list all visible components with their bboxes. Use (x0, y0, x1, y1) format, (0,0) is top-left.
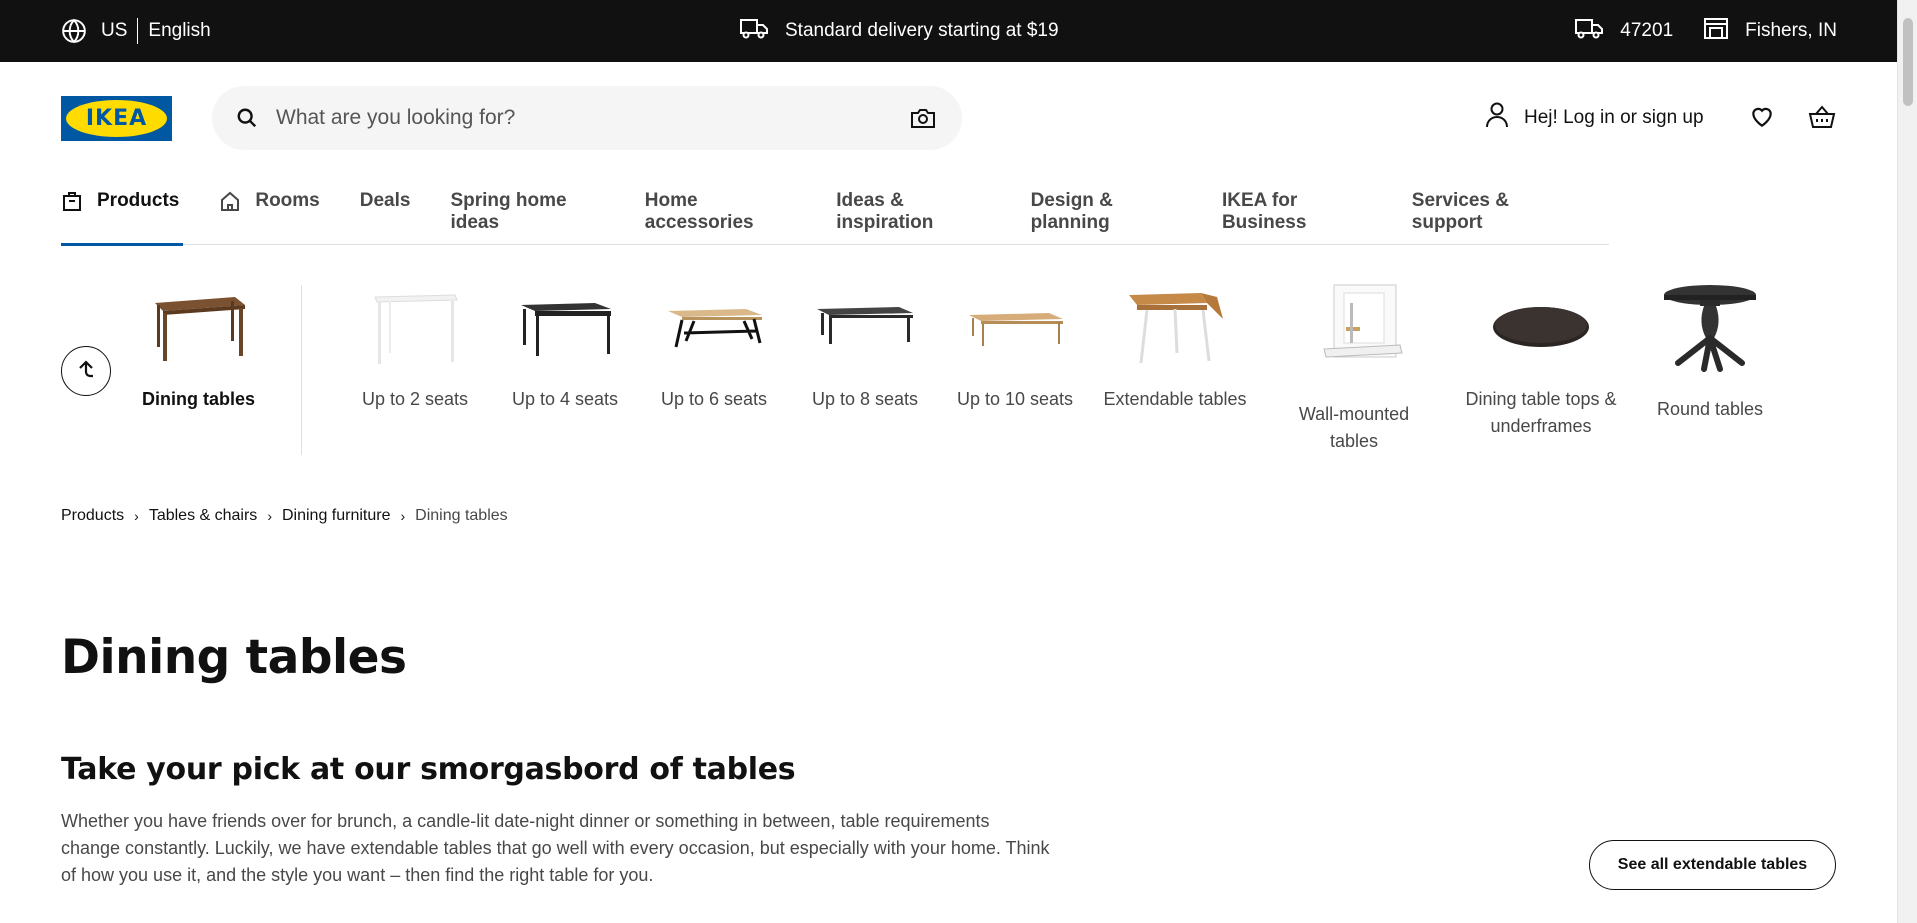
search-bar[interactable] (212, 86, 962, 150)
category-round-tables[interactable]: Round tables (1654, 283, 1766, 423)
zip-code-selector[interactable]: 47201 (1574, 17, 1673, 45)
store-icon (1703, 16, 1745, 46)
black-table-image (521, 303, 611, 356)
tab-design-planning[interactable]: Design & planning (1031, 190, 1182, 245)
page-scrollbar[interactable] (1897, 0, 1917, 923)
search-input[interactable] (276, 106, 876, 130)
intro-paragraph: Whether you have friends over for brunch… (61, 811, 1050, 885)
chevron-right-icon: › (134, 508, 139, 524)
table-top-image (1493, 307, 1589, 347)
breadcrumb-link-dining-furniture[interactable]: Dining furniture (282, 507, 391, 525)
category-label: Round tables (1656, 399, 1764, 419)
country-label: US (101, 20, 128, 41)
breadcrumb-current: Dining tables (415, 507, 508, 524)
long-wood-table-image (969, 313, 1063, 346)
breadcrumb: Products › Tables & chairs › Dining furn… (61, 507, 508, 525)
account-link[interactable]: Hej! Log in or sign up (1484, 96, 1704, 140)
category-label: Up to 6 seats (660, 389, 768, 409)
delivery-banner[interactable]: Standard delivery starting at $19 (739, 0, 1059, 62)
category-label: Wall-mounted tables (1298, 404, 1410, 451)
divider (301, 285, 302, 455)
white-table-image (374, 294, 458, 364)
truck-icon (739, 17, 785, 45)
category-label: Dining tables (141, 389, 255, 409)
back-to-parent-button[interactable] (61, 346, 111, 396)
scrollbar-thumb[interactable] (1903, 18, 1913, 106)
user-icon (1484, 101, 1524, 135)
category-label: Extendable tables (1103, 389, 1247, 409)
category-extendable-tables[interactable]: Extendable tables (1100, 283, 1250, 413)
category-dining-tables[interactable]: Dining tables (140, 283, 257, 413)
breadcrumb-link-tables-chairs[interactable]: Tables & chairs (149, 507, 258, 525)
ikea-logo[interactable]: IKEA (61, 96, 172, 141)
tab-home-accessories[interactable]: Home accessories (645, 190, 797, 245)
category-up-to-6-seats[interactable]: Up to 6 seats (657, 283, 771, 413)
breadcrumb-link-products[interactable]: Products (61, 507, 124, 525)
category-label: Dining table tops & underframes (1465, 389, 1617, 436)
main-nav: Products Rooms Deals Spring home ideas H… (61, 190, 1609, 246)
category-label: Up to 8 seats (811, 389, 919, 409)
wood-black-table-image (668, 309, 762, 348)
logo-text: IKEA (85, 106, 148, 131)
category-up-to-4-seats[interactable]: Up to 4 seats (509, 283, 621, 413)
zip-code: 47201 (1620, 20, 1674, 41)
tab-products[interactable]: Products (61, 190, 184, 246)
store-selector[interactable]: Fishers, IN (1703, 16, 1837, 46)
account-label: Hej! Log in or sign up (1524, 107, 1704, 128)
page-title: Dining tables (61, 630, 407, 685)
category-wall-mounted-tables[interactable]: Wall-mounted tables (1289, 283, 1419, 455)
divider (137, 18, 139, 44)
category-up-to-8-seats[interactable]: Up to 8 seats (809, 283, 921, 413)
tab-ikea-for-business[interactable]: IKEA for Business (1222, 190, 1372, 245)
shopping-bag-icon (61, 190, 97, 218)
wall-table-image (1323, 284, 1403, 358)
language-label: English (148, 20, 211, 41)
category-label: Up to 2 seats (361, 389, 469, 409)
language-selector[interactable]: US English (61, 0, 211, 62)
truck-icon (1574, 17, 1620, 45)
top-bar: US English Standard delivery starting at… (0, 0, 1917, 62)
see-all-extendable-tables-button[interactable]: See all extendable tables (1589, 840, 1836, 890)
tab-deals[interactable]: Deals (360, 190, 411, 245)
heart-icon[interactable] (1749, 104, 1775, 135)
section-heading: Take your pick at our smorgasbord of tab… (61, 752, 796, 787)
arrow-up-icon (75, 358, 97, 385)
dining-table-image (154, 297, 245, 361)
search-icon[interactable] (236, 107, 258, 129)
tab-rooms[interactable]: Rooms (219, 190, 320, 245)
camera-icon[interactable] (910, 106, 936, 130)
category-up-to-2-seats[interactable]: Up to 2 seats (358, 283, 472, 413)
tab-ideas-inspiration[interactable]: Ideas & inspiration (836, 190, 990, 245)
chevron-right-icon: › (400, 508, 406, 524)
delivery-text: Standard delivery starting at $19 (785, 20, 1059, 41)
category-label: Up to 10 seats (956, 389, 1074, 409)
category-up-to-10-seats[interactable]: Up to 10 seats (956, 283, 1074, 413)
tab-spring-home-ideas[interactable]: Spring home ideas (450, 190, 604, 245)
cart-icon[interactable] (1808, 104, 1836, 135)
category-label: Up to 4 seats (511, 389, 619, 409)
chevron-right-icon: › (267, 508, 272, 524)
store-name: Fishers, IN (1745, 20, 1837, 41)
category-table-tops-underframes[interactable]: Dining table tops & underframes (1456, 283, 1626, 440)
home-icon (219, 190, 255, 218)
tab-services-support[interactable]: Services & support (1412, 190, 1569, 245)
round-table-image (1664, 285, 1756, 372)
drop-leaf-table-image (1129, 293, 1223, 364)
globe-icon (61, 18, 87, 44)
dark-table-image (817, 307, 913, 344)
